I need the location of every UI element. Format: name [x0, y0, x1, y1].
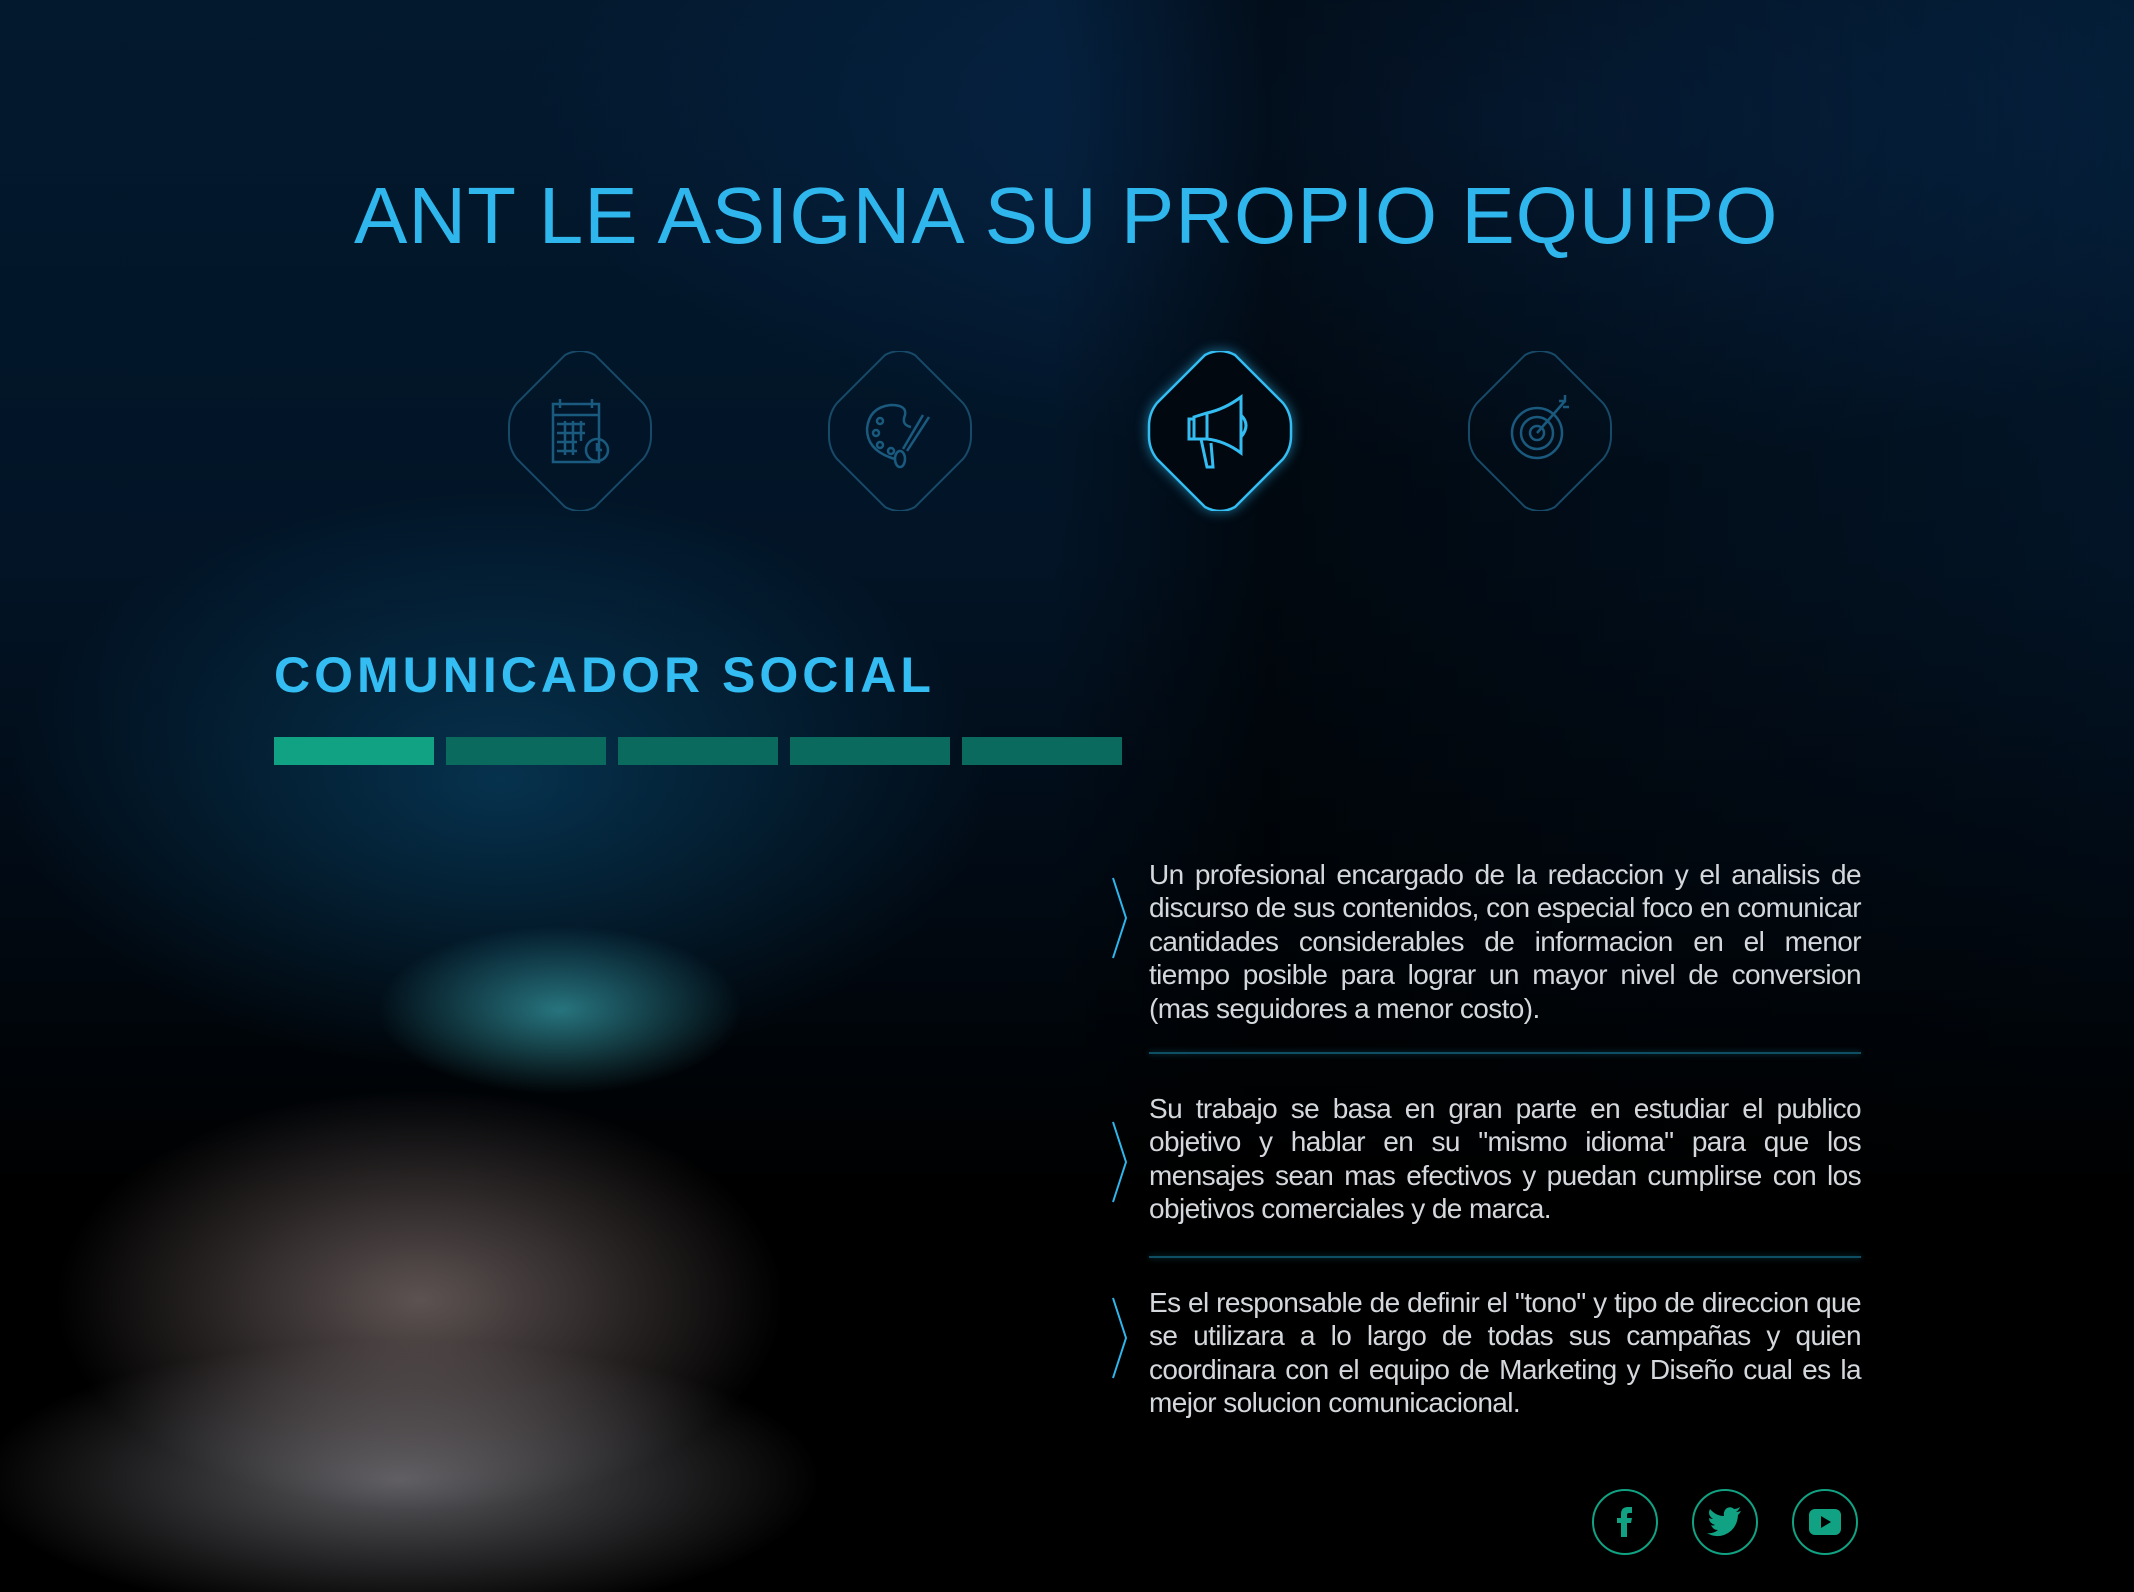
- role-heading: COMUNICADOR SOCIAL: [274, 647, 935, 703]
- youtube-icon: [1809, 1509, 1841, 1535]
- chevron-right-icon: [1112, 877, 1128, 959]
- divider: [1149, 1052, 1861, 1054]
- megaphone-icon: [1147, 351, 1293, 511]
- description-paragraph: Un profesional encargado de la redaccion…: [1149, 859, 1862, 1024]
- progress-segment[interactable]: [618, 737, 778, 765]
- team-tab-design[interactable]: [825, 351, 975, 511]
- role-progress: [274, 737, 1122, 765]
- facebook-button[interactable]: [1592, 1489, 1658, 1555]
- progress-segment[interactable]: [962, 737, 1122, 765]
- divider: [1149, 1256, 1861, 1258]
- description-paragraph: Su trabajo se basa en gran parte en estu…: [1149, 1093, 1862, 1225]
- youtube-button[interactable]: [1792, 1489, 1858, 1555]
- progress-segment[interactable]: [274, 737, 434, 765]
- team-tab-calendar[interactable]: [505, 351, 655, 511]
- page-title: ANT LE ASIGNA SU PROPIO EQUIPO: [354, 171, 1779, 260]
- twitter-button[interactable]: [1692, 1489, 1758, 1555]
- description-paragraph: Es el responsable de definir el "tono" y…: [1149, 1287, 1862, 1419]
- progress-segment[interactable]: [446, 737, 606, 765]
- target-arrow-icon: [1468, 351, 1612, 511]
- calendar-clock-icon: [508, 351, 652, 511]
- progress-segment[interactable]: [790, 737, 950, 765]
- team-tab-strategy[interactable]: [1465, 351, 1615, 511]
- team-tab-communication[interactable]: [1145, 351, 1295, 511]
- palette-brush-icon: [828, 351, 972, 511]
- chevron-right-icon: [1112, 1297, 1128, 1379]
- chevron-right-icon: [1112, 1121, 1128, 1203]
- facebook-icon: [1617, 1507, 1632, 1537]
- twitter-icon: [1707, 1507, 1741, 1537]
